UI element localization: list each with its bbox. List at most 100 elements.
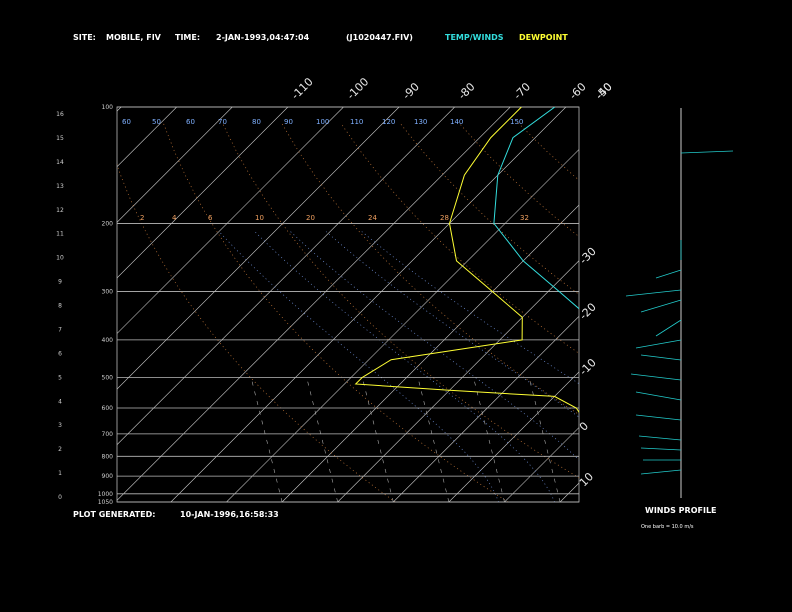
- theta-label: 120: [382, 118, 395, 126]
- theta-label: 90: [284, 118, 293, 126]
- height-tick-label: 0: [58, 494, 62, 501]
- plot-generated-label: PLOT GENERATED:: [73, 510, 155, 519]
- right-temp-label: -30: [577, 245, 599, 267]
- pressure-tick-label: 300: [102, 289, 114, 296]
- moist-adiabat-line: [361, 231, 579, 385]
- plot-generated-value: 10-JAN-1996,16:58:33: [180, 510, 279, 519]
- isobar-layer: [117, 106, 579, 503]
- theta-label: 100: [316, 118, 329, 126]
- isotherm-line: [117, 107, 177, 168]
- isotherm-line: [337, 260, 579, 502]
- legend-dewpoint: DEWPOINT: [519, 33, 568, 42]
- wind-barbs: [625, 150, 734, 475]
- isotherm-line: [117, 107, 233, 223]
- theta-label: 70: [218, 118, 227, 126]
- dry-adiabat-line: [696, 123, 792, 502]
- top-temp-label: -80: [456, 80, 478, 102]
- temperature-line: [493, 107, 579, 310]
- isotherm-line: [281, 204, 579, 502]
- plot-frame: [116, 106, 580, 503]
- isotherm-line: [117, 107, 455, 446]
- mixing-ratio-line: [306, 377, 338, 502]
- pressure-tick-label: 800: [102, 453, 114, 460]
- wind-barb-staff: [640, 469, 682, 475]
- theta-label: 60: [186, 118, 195, 126]
- dry-adiabat-line: [637, 123, 792, 502]
- height-tick-label: 2: [58, 446, 62, 453]
- top-temp-label: -110: [289, 75, 316, 102]
- dry-adiabat-line: [458, 122, 579, 238]
- time-label: TIME:: [175, 33, 200, 42]
- isotherm-line: [0, 107, 66, 502]
- wind-barb-staff: [655, 319, 682, 337]
- mixing-ratio-label: 28: [440, 214, 449, 222]
- time-value: 2-JAN-1993,04:47:04: [216, 33, 310, 42]
- mixing-ratio-label: 4: [172, 214, 177, 222]
- dry-adiabat-line: [517, 122, 579, 181]
- moist-adiabat-line: [325, 231, 579, 418]
- wind-barb-staff: [635, 339, 682, 349]
- dry-adiabat-line: [577, 122, 579, 125]
- wind-profile-note: One barb = 10.0 m/s: [641, 524, 694, 530]
- mixing-ratio-line: [417, 377, 450, 502]
- wind-barb-staff: [640, 299, 682, 313]
- right-temp-label: -20: [577, 301, 599, 323]
- theta-label: 150: [510, 118, 523, 126]
- isotherm-line: [559, 482, 579, 502]
- wind-barb-staff: [655, 269, 682, 279]
- series-layer: [354, 107, 579, 414]
- theta-label: 50: [152, 118, 161, 126]
- dewpoint-line: [354, 107, 579, 414]
- pressure-tick-label: 500: [102, 374, 114, 381]
- isotherm-line: [671, 107, 792, 502]
- isotherm-line: [0, 107, 10, 502]
- isotherm-line: [448, 371, 579, 502]
- top-temp-label: -100: [344, 75, 371, 102]
- label-layer: 1002003004005006007008009001000105016151…: [56, 75, 615, 506]
- wind-profile-title: WINDS PROFILE: [645, 506, 717, 515]
- isotherm-line: [616, 107, 792, 502]
- site-label: SITE:: [73, 33, 96, 42]
- height-tick-label: 1: [58, 470, 62, 477]
- site-value: MOBILE, FIV: [106, 33, 162, 42]
- pressure-tick-label: 600: [102, 405, 114, 412]
- pressure-tick-label: 400: [102, 337, 114, 344]
- top-temp-label: -70: [511, 80, 533, 102]
- wind-barb-staff: [680, 150, 734, 154]
- height-tick-label: 8: [58, 303, 62, 310]
- wind-barb-staff: [638, 435, 682, 441]
- pressure-tick-label: 200: [102, 220, 114, 227]
- height-tick-label: 7: [58, 326, 62, 333]
- mixing-ratio-label: 10: [255, 214, 264, 222]
- isotherm-line: [117, 107, 511, 501]
- pressure-tick-label: 1000: [98, 491, 113, 498]
- wind-barb-staff: [640, 447, 682, 451]
- height-tick-label: 15: [56, 135, 64, 142]
- height-tick-label: 9: [58, 279, 62, 286]
- mixing-ratio-label: 6: [208, 214, 213, 222]
- theta-label: 110: [350, 118, 363, 126]
- height-tick-label: 16: [56, 111, 64, 118]
- wind-barb-staff: [635, 391, 682, 401]
- moist-adiabat-line: [254, 231, 555, 502]
- theta-label: 60: [122, 118, 131, 126]
- height-tick-label: 13: [56, 183, 64, 190]
- mixing-ratio-label: 32: [520, 214, 529, 222]
- mixing-ratio-line: [250, 377, 283, 502]
- isotherm-line: [117, 107, 400, 390]
- pressure-tick-label: 100: [102, 104, 114, 111]
- mixing-ratio-line: [473, 377, 505, 502]
- wind-barb-staff: [635, 414, 682, 421]
- isotherm-line: [117, 107, 344, 334]
- right-temp-label: -10: [577, 356, 599, 378]
- wind-barb-staff: [625, 289, 682, 297]
- height-tick-label: 11: [56, 231, 64, 238]
- isotherm-line: [504, 427, 579, 502]
- grid-layer: [0, 107, 792, 502]
- dry-adiabat-line: [281, 122, 579, 415]
- theta-label: 130: [414, 118, 427, 126]
- isotherm-line: [226, 149, 579, 502]
- height-tick-label: 3: [58, 422, 62, 429]
- height-tick-label: 14: [56, 159, 64, 166]
- isotherm-line: [783, 107, 792, 502]
